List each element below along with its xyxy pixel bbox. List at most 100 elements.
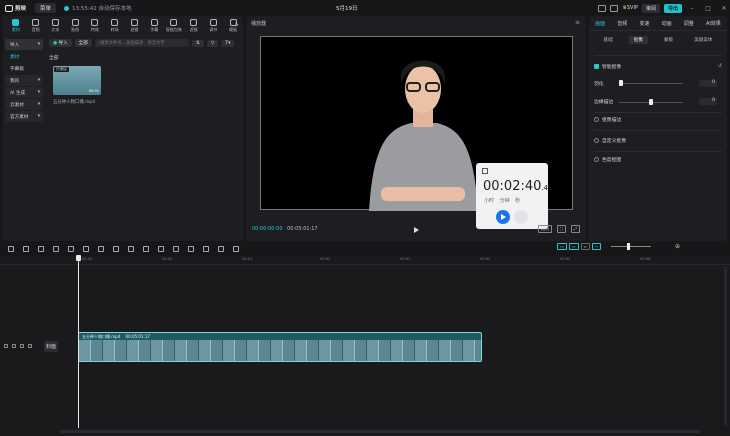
preview-axis-toggle[interactable]: ⇔ bbox=[580, 243, 590, 250]
video-clip[interactable]: 五分钟人物口播.mp4 00:05:01:17 bbox=[78, 332, 482, 362]
split-right-icon[interactable] bbox=[83, 245, 89, 252]
zoom-knob[interactable] bbox=[626, 243, 630, 250]
tool-template[interactable]: 模板 bbox=[223, 16, 243, 36]
mirror-icon[interactable] bbox=[173, 245, 179, 252]
tab-ai-effects[interactable]: AI效果 bbox=[706, 20, 721, 27]
magnet-toggle[interactable]: ⊶ bbox=[557, 243, 567, 250]
tool-adjust[interactable]: 调节 bbox=[204, 16, 224, 36]
review-button[interactable]: 审阅 bbox=[641, 3, 660, 13]
tool-transition[interactable]: 转场 bbox=[105, 16, 125, 36]
sidebar-item-ai[interactable]: AI 生成 ▾ bbox=[5, 87, 43, 98]
export-button[interactable]: 导出 bbox=[663, 3, 682, 13]
zoom-slider[interactable] bbox=[610, 243, 651, 250]
vertical-scrollbar[interactable] bbox=[724, 266, 727, 426]
more-tools-icon[interactable]: » bbox=[235, 21, 239, 29]
tab-picture[interactable]: 画面 bbox=[595, 20, 605, 27]
play-button[interactable] bbox=[414, 227, 419, 233]
fullscreen-icon[interactable]: ⤢ bbox=[570, 225, 580, 233]
view-filter-dropdown[interactable]: 全部 bbox=[74, 39, 92, 47]
sort-button[interactable]: ⇅ bbox=[191, 39, 204, 47]
sidebar-item-mine[interactable]: 我的 ▾ bbox=[5, 75, 43, 86]
tab-adjust[interactable]: 调整 bbox=[684, 20, 694, 27]
subtab-basic[interactable]: 基础 bbox=[599, 36, 618, 44]
sidebar-item-import[interactable]: 导入 ▾ bbox=[5, 39, 43, 50]
media-clip-thumbnail[interactable]: 已添加 05:01 bbox=[53, 66, 101, 95]
horizontal-scrollbar[interactable] bbox=[60, 430, 700, 433]
smart-icon[interactable] bbox=[233, 245, 239, 252]
chroma-radio[interactable] bbox=[594, 157, 599, 162]
stroke-radio[interactable] bbox=[594, 117, 599, 122]
link-toggle[interactable]: ⊶ bbox=[568, 243, 579, 250]
mask-icon[interactable] bbox=[128, 245, 134, 252]
ai-cutout-icon[interactable] bbox=[218, 245, 224, 252]
smart-cutout-checkbox[interactable] bbox=[594, 64, 599, 69]
stroke-cutout-row[interactable]: 抠像描边 bbox=[594, 116, 722, 123]
project-title[interactable]: 5月19日 bbox=[336, 4, 358, 12]
lock-icon[interactable] bbox=[12, 344, 16, 348]
tab-speed[interactable]: 变速 bbox=[639, 20, 649, 27]
search-input[interactable]: ⌕ 搜索文件名、画面描述、语音文字 bbox=[94, 39, 189, 47]
maximize-icon[interactable]: □ bbox=[702, 5, 714, 12]
ratio-button[interactable]: 比例 bbox=[537, 225, 552, 233]
reset-icon[interactable]: ↺ bbox=[718, 64, 722, 69]
tool-filter-2[interactable]: 滤镜 bbox=[184, 16, 204, 36]
sidebar-item-media[interactable]: 素材 bbox=[5, 51, 43, 62]
chroma-key-row[interactable]: 色度抠图 bbox=[594, 156, 722, 163]
freeze-icon[interactable] bbox=[143, 245, 149, 252]
tool-media[interactable]: 素材 bbox=[6, 16, 26, 36]
split-icon[interactable] bbox=[53, 245, 59, 252]
close-icon[interactable]: ✕ bbox=[718, 5, 730, 12]
svip-badge[interactable]: ♛ SVIP bbox=[622, 5, 638, 11]
tool-smart-pack[interactable]: 智能包装 bbox=[164, 16, 184, 36]
custom-cutout-row[interactable]: 自定义抠像 bbox=[594, 137, 722, 144]
feather-knob[interactable] bbox=[619, 80, 623, 86]
text-tool-button[interactable]: T▾ bbox=[221, 39, 235, 47]
smart-cutout-row[interactable]: 智能抠像 ↺ bbox=[594, 63, 722, 70]
zoom-in-icon[interactable]: ⊕ bbox=[675, 243, 680, 250]
delete-icon[interactable] bbox=[98, 245, 104, 252]
mute-icon[interactable] bbox=[28, 344, 32, 348]
custom-radio[interactable] bbox=[594, 138, 599, 143]
redo-icon[interactable] bbox=[38, 245, 44, 252]
crop-icon[interactable] bbox=[203, 245, 209, 252]
sidebar-item-official[interactable]: 官方素材 ▾ bbox=[5, 111, 43, 122]
rotate-icon[interactable] bbox=[188, 245, 194, 252]
sidebar-item-script[interactable]: 字幕稿 bbox=[5, 63, 43, 74]
menu-icon[interactable]: ≡ bbox=[575, 19, 580, 26]
menu-button[interactable]: 菜单 bbox=[35, 3, 57, 13]
tool-filter[interactable]: 滤镜 bbox=[125, 16, 145, 36]
track-toggle-icon[interactable] bbox=[4, 344, 8, 348]
split-left-icon[interactable] bbox=[68, 245, 74, 252]
select-icon[interactable] bbox=[8, 245, 14, 252]
feather-value[interactable]: 0 bbox=[699, 80, 717, 87]
time-ruler[interactable]: 00:00 00:00 00:01 00:02 00:03 00:04 00:0… bbox=[0, 256, 730, 265]
feather-slider[interactable] bbox=[619, 83, 683, 84]
tool-sticker[interactable]: 贴纸 bbox=[65, 16, 85, 36]
subtab-cutout[interactable]: 抠像 bbox=[628, 36, 648, 44]
snap-toggle[interactable]: ⊸ bbox=[591, 243, 601, 250]
play-range-icon[interactable] bbox=[158, 245, 164, 252]
sidebar-item-cloud[interactable]: 云素材 ▾ bbox=[5, 99, 43, 110]
tool-caption[interactable]: 字幕 bbox=[144, 16, 164, 36]
subtab-mask[interactable]: 蒙版 bbox=[659, 36, 678, 44]
tool-effects[interactable]: 特效 bbox=[85, 16, 105, 36]
shortcut-icon[interactable] bbox=[610, 4, 619, 12]
edge-knob[interactable] bbox=[649, 99, 653, 105]
marker-icon[interactable] bbox=[113, 245, 119, 252]
fit-icon[interactable]: ⛶ bbox=[556, 225, 566, 233]
edge-value[interactable]: 0 bbox=[699, 98, 717, 105]
tool-text[interactable]: 文本 bbox=[46, 16, 66, 36]
subtab-beauty[interactable]: 美颜美体 bbox=[689, 36, 717, 44]
cover-button[interactable]: 封面 bbox=[44, 340, 59, 352]
playhead[interactable] bbox=[76, 255, 81, 428]
layout-icon[interactable] bbox=[598, 4, 607, 12]
video-preview[interactable]: 00:02:40.41 小时 分钟 秒 bbox=[260, 36, 573, 229]
eye-icon[interactable] bbox=[20, 344, 24, 348]
minimize-icon[interactable]: – bbox=[686, 5, 698, 12]
tool-audio[interactable]: 音频 bbox=[26, 16, 46, 36]
undo-icon[interactable] bbox=[23, 245, 29, 252]
import-button[interactable]: ● 导入 bbox=[49, 39, 72, 47]
tab-audio[interactable]: 音频 bbox=[617, 20, 627, 27]
filter-button[interactable]: ▽ bbox=[206, 39, 219, 47]
tab-animation[interactable]: 动画 bbox=[662, 20, 672, 27]
